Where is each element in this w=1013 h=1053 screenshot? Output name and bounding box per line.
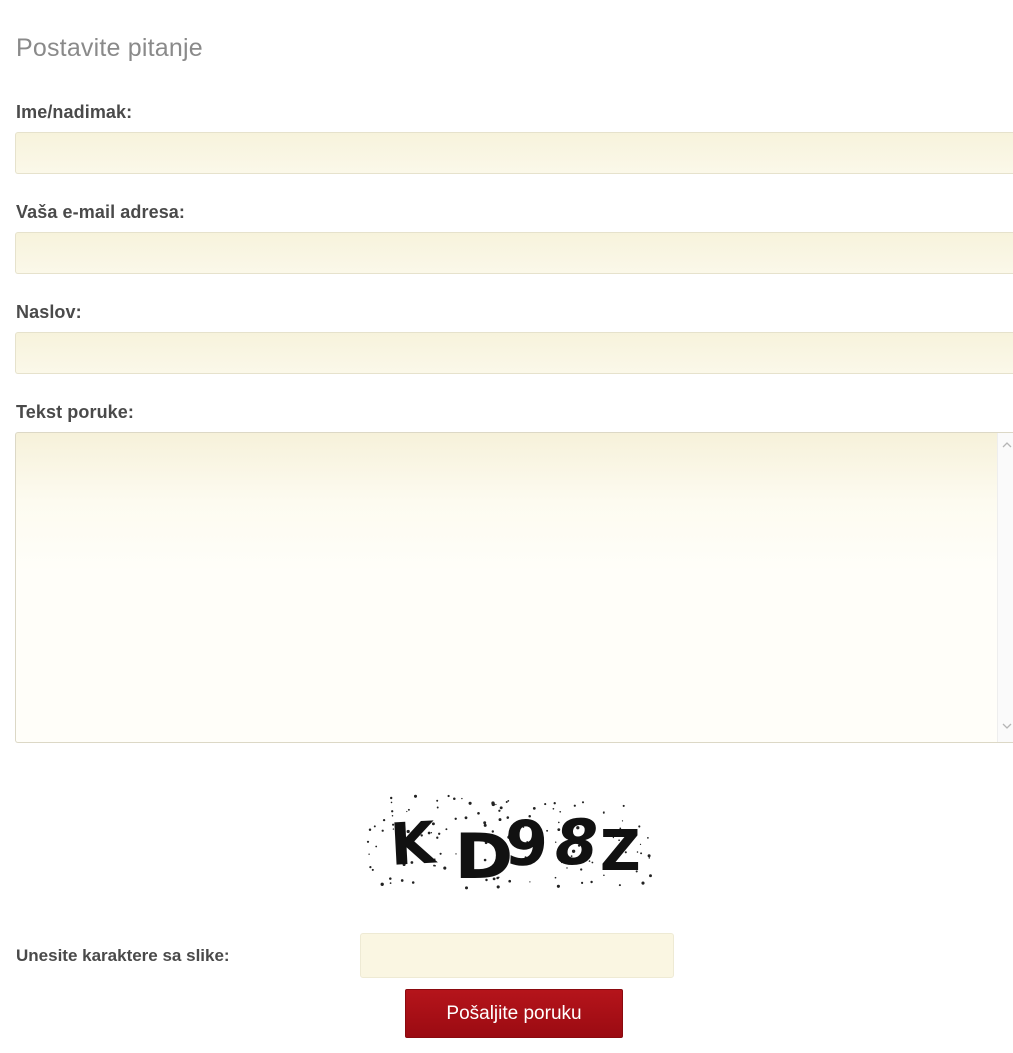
captcha-noise-dot bbox=[491, 801, 495, 805]
captcha-noise-dot bbox=[618, 884, 621, 887]
name-input[interactable] bbox=[15, 132, 1013, 174]
captcha-noise-dot bbox=[649, 874, 652, 878]
captcha-noise-dot bbox=[477, 811, 480, 815]
captcha-noise-dot bbox=[390, 801, 393, 804]
email-label: Vaša e-mail adresa: bbox=[16, 202, 186, 222]
captcha-noise-dot bbox=[438, 832, 441, 835]
captcha-noise-dot bbox=[581, 881, 584, 884]
captcha-noise-dot bbox=[499, 806, 503, 810]
captcha-noise-dot bbox=[602, 811, 605, 814]
captcha-noise-dot bbox=[529, 881, 531, 883]
message-scrollbar[interactable] bbox=[997, 433, 1013, 742]
captcha-noise-dot bbox=[413, 794, 418, 798]
captcha-noise-dot bbox=[498, 809, 501, 812]
captcha-noise-dot bbox=[439, 852, 442, 855]
captcha-input[interactable] bbox=[360, 933, 674, 978]
captcha-label: Unesite karaktere sa slike: bbox=[16, 946, 230, 965]
captcha-noise-dot bbox=[436, 836, 439, 839]
captcha-noise-dot bbox=[389, 882, 392, 884]
captcha-char: 8 bbox=[555, 806, 598, 879]
captcha-noise-dot bbox=[505, 801, 508, 803]
captcha-noise-dot bbox=[443, 866, 447, 870]
captcha-noise-dot bbox=[371, 868, 374, 871]
chevron-up-icon[interactable] bbox=[1000, 439, 1013, 455]
captcha-char: Z bbox=[600, 819, 641, 884]
captcha-noise-dot bbox=[647, 854, 651, 858]
captcha-noise-dot bbox=[366, 840, 370, 843]
captcha-noise-dot bbox=[436, 806, 439, 809]
message-textarea[interactable] bbox=[16, 433, 991, 742]
captcha-noise-dot bbox=[453, 797, 456, 801]
captcha-noise-dot bbox=[648, 857, 651, 859]
captcha-noise-dot bbox=[553, 802, 556, 805]
captcha-char: K bbox=[388, 809, 438, 879]
captcha-noise-dot bbox=[468, 801, 472, 805]
captcha-noise-dot bbox=[552, 807, 555, 810]
subject-input[interactable] bbox=[15, 332, 1013, 374]
captcha-noise-dot bbox=[381, 829, 384, 832]
page-title: Postavite pitanje bbox=[16, 34, 203, 62]
captcha-noise-dot bbox=[373, 825, 376, 828]
captcha-char: 9 bbox=[504, 806, 550, 880]
captcha-noise-dot bbox=[368, 828, 372, 832]
captcha-noise-dot bbox=[581, 801, 585, 804]
captcha-noise-dot bbox=[411, 881, 415, 884]
captcha-noise-dot bbox=[380, 882, 384, 886]
name-label: Ime/nadimak: bbox=[16, 102, 133, 122]
captcha-noise-dot bbox=[507, 799, 510, 802]
subject-label: Naslov: bbox=[16, 302, 82, 322]
captcha-noise-dot bbox=[461, 797, 463, 800]
message-field bbox=[15, 432, 1013, 743]
captcha-noise-dot bbox=[445, 828, 448, 831]
captcha-noise-dot bbox=[641, 881, 645, 885]
captcha-noise-dot bbox=[369, 866, 372, 869]
captcha-noise-dot bbox=[464, 816, 468, 820]
captcha-noise-dot bbox=[495, 803, 497, 806]
captcha-graphic: K D 9 8 Z bbox=[366, 794, 652, 893]
captcha-noise-dot bbox=[382, 818, 386, 822]
captcha-noise-dot bbox=[622, 804, 625, 807]
captcha-noise-dot bbox=[556, 884, 560, 888]
captcha-noise-dot bbox=[368, 853, 370, 855]
message-label: Tekst poruke: bbox=[16, 402, 134, 422]
captcha-noise-dot bbox=[544, 803, 547, 806]
captcha-noise-dot bbox=[590, 880, 593, 884]
captcha-noise-dot bbox=[390, 796, 393, 800]
email-input[interactable] bbox=[15, 232, 1013, 274]
captcha-noise-dot bbox=[447, 794, 450, 798]
captcha-noise-dot bbox=[647, 837, 649, 839]
captcha-noise-dot bbox=[400, 879, 404, 882]
captcha-noise-dot bbox=[436, 799, 439, 802]
chevron-down-icon[interactable] bbox=[1000, 720, 1013, 736]
submit-button[interactable]: Pošaljite poruku bbox=[405, 989, 623, 1038]
captcha-image: K D 9 8 Z bbox=[360, 790, 660, 895]
captcha-noise-dot bbox=[375, 845, 378, 848]
